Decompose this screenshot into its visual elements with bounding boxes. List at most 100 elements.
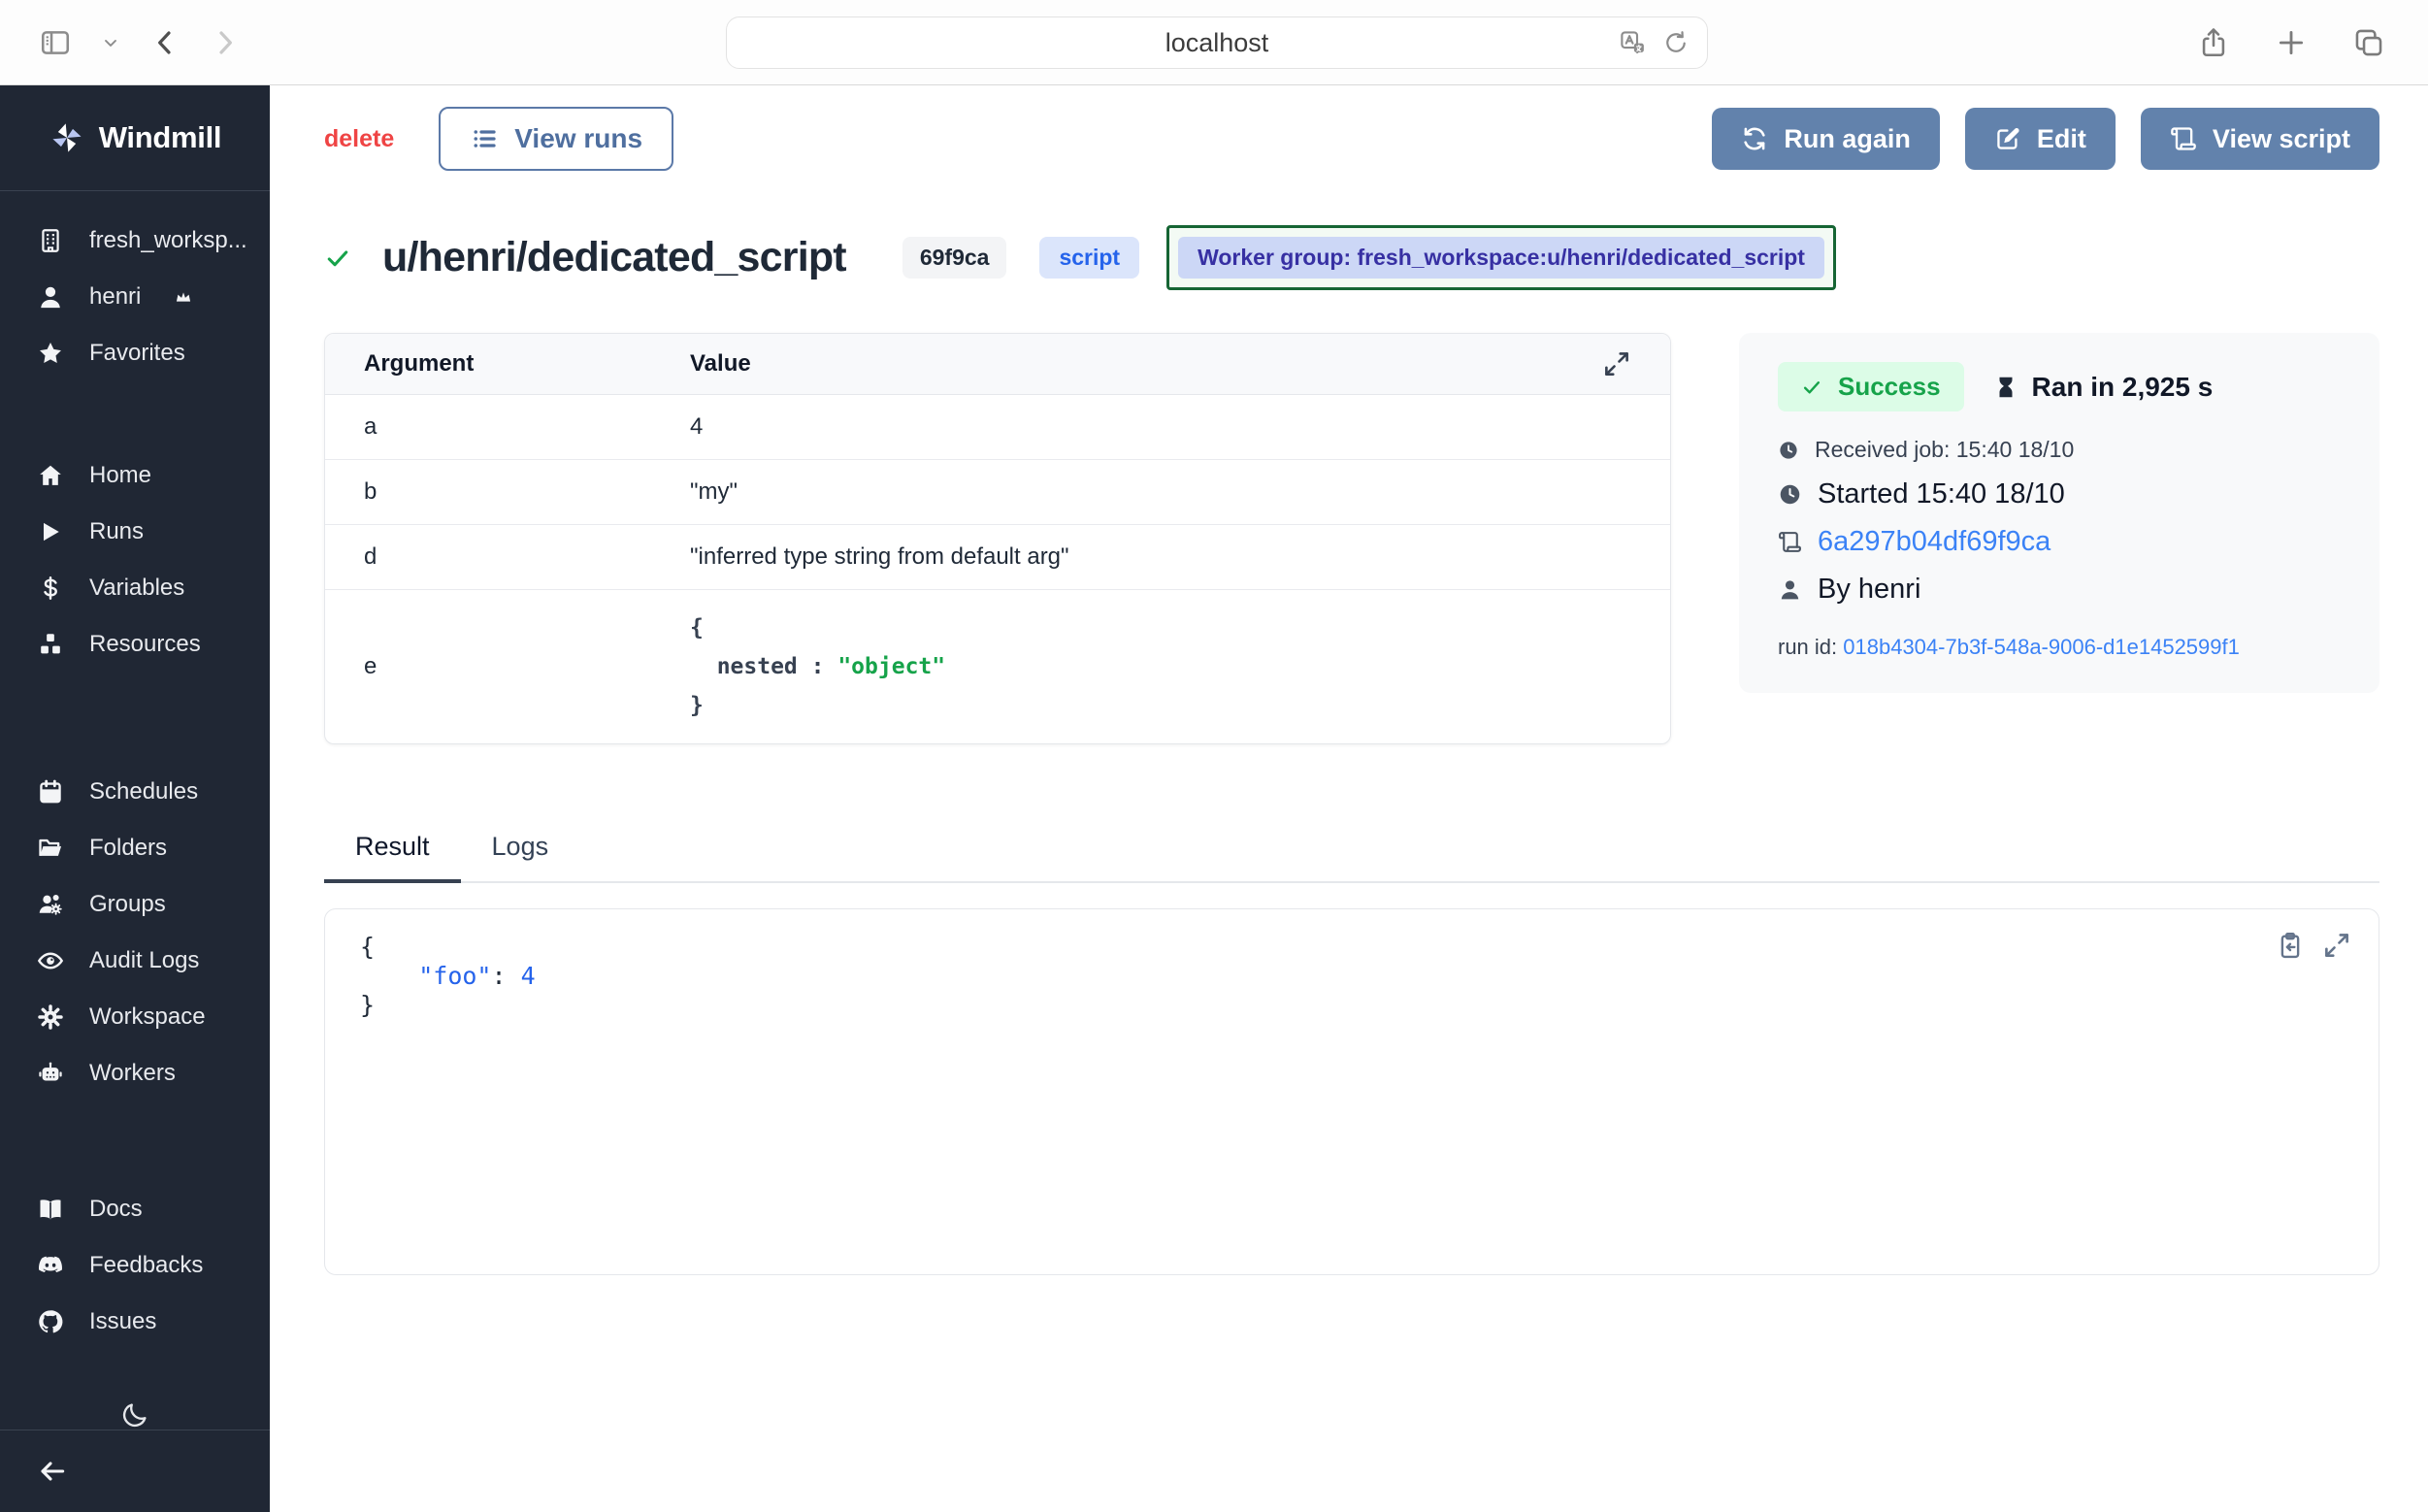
- script-kind-badge: script: [1039, 237, 1139, 279]
- script-hash-badge[interactable]: 69f9ca: [902, 237, 1007, 279]
- collapse-sidebar-icon[interactable]: [37, 1456, 68, 1487]
- result-panel: { "foo": 4 }: [324, 908, 2379, 1275]
- users-gear-icon: [37, 891, 64, 918]
- main-content: delete View runs Run again Edit View scr…: [270, 85, 2428, 1512]
- tab-overview-icon[interactable]: [2352, 26, 2385, 59]
- run-id-link[interactable]: 018b4304-7b3f-548a-9006-d1e1452599f1: [1843, 635, 2240, 659]
- received-label: Received job: 15:40 18/10: [1815, 437, 2074, 463]
- by-label: By henri: [1818, 574, 1920, 606]
- sidebar-toggle-icon[interactable]: [39, 26, 72, 59]
- sidebar-item-schedules[interactable]: Schedules: [0, 764, 270, 820]
- toolbar: delete View runs Run again Edit View scr…: [324, 107, 2379, 171]
- windmill-logo[interactable]: Windmill: [0, 85, 270, 191]
- sidebar-primary-group: Home Runs Variables Resources: [0, 430, 270, 673]
- sidebar-item-groups[interactable]: Groups: [0, 876, 270, 933]
- chevron-down-icon[interactable]: [101, 33, 120, 52]
- delete-button[interactable]: delete: [324, 125, 394, 153]
- job-hash-link[interactable]: 6a297b04df69f9ca: [1818, 526, 2051, 558]
- sidebar-item-favorites[interactable]: Favorites: [0, 325, 270, 381]
- workspace-label: fresh_worksp...: [89, 227, 247, 254]
- folder-icon: [37, 835, 64, 862]
- view-runs-button[interactable]: View runs: [439, 107, 673, 171]
- arg-name: b: [364, 478, 690, 506]
- nav-label: Workers: [89, 1060, 176, 1087]
- windmill-logo-text: Windmill: [99, 120, 221, 155]
- sidebar-item-docs[interactable]: Docs: [0, 1181, 270, 1237]
- worker-group-box: Worker group: fresh_workspace:u/henri/de…: [1166, 225, 1836, 290]
- back-icon[interactable]: [149, 27, 180, 58]
- sidebar: Windmill fresh_worksp... henri Favorites…: [0, 85, 270, 1512]
- sidebar-item-workspace-settings[interactable]: Workspace: [0, 989, 270, 1045]
- refresh-icon: [1741, 125, 1768, 152]
- nav-label: Resources: [89, 631, 201, 658]
- job-link-line: 6a297b04df69f9ca: [1778, 526, 2341, 558]
- github-icon: [37, 1308, 64, 1335]
- scroll-icon: [2170, 125, 2197, 152]
- sidebar-item-issues[interactable]: Issues: [0, 1294, 270, 1350]
- sidebar-item-feedbacks[interactable]: Feedbacks: [0, 1237, 270, 1294]
- arguments-table: Argument Value a 4 b "my" d "inferred ty…: [324, 333, 1671, 744]
- page-title: u/henri/dedicated_script: [382, 234, 846, 281]
- address-bar[interactable]: localhost: [726, 16, 1708, 69]
- expand-table-icon[interactable]: [1602, 349, 1631, 378]
- edit-icon: [1994, 125, 2021, 152]
- arg-value: "my": [690, 478, 738, 506]
- nav-label: Audit Logs: [89, 947, 199, 974]
- book-icon: [37, 1196, 64, 1223]
- column-argument: Argument: [364, 350, 690, 378]
- copy-result-icon[interactable]: [2276, 931, 2305, 960]
- sidebar-item-variables[interactable]: Variables: [0, 560, 270, 616]
- run-id-label: run id:: [1778, 635, 1843, 659]
- started-label: Started 15:40 18/10: [1818, 478, 2065, 510]
- view-script-button[interactable]: View script: [2141, 108, 2379, 170]
- edit-button[interactable]: Edit: [1965, 108, 2116, 170]
- sidebar-item-home[interactable]: Home: [0, 447, 270, 504]
- result-logs-tabs: Result Logs: [324, 832, 2379, 883]
- arg-name: d: [364, 543, 690, 571]
- arg-value: 4: [690, 413, 703, 441]
- sidebar-item-workers[interactable]: Workers: [0, 1045, 270, 1101]
- crown-icon: [174, 287, 193, 307]
- arg-value-json: { nested : "object" }: [690, 608, 945, 725]
- duration-label: Ran in 2,925 s: [2032, 372, 2214, 403]
- sidebar-item-runs[interactable]: Runs: [0, 504, 270, 560]
- view-script-label: View script: [2213, 124, 2350, 154]
- column-value: Value: [690, 350, 751, 378]
- nav-label: Workspace: [89, 1003, 206, 1031]
- calendar-icon: [37, 778, 64, 805]
- success-check-icon: [324, 245, 351, 272]
- dark-mode-toggle-icon[interactable]: [120, 1400, 149, 1430]
- new-tab-icon[interactable]: [2275, 26, 2308, 59]
- title-row: u/henri/dedicated_script 69f9ca script W…: [324, 225, 2379, 290]
- nav-label: Feedbacks: [89, 1252, 203, 1279]
- reload-icon[interactable]: [1662, 29, 1690, 56]
- nav-label: Docs: [89, 1196, 143, 1223]
- table-row: b "my": [325, 459, 1670, 524]
- nav-label: Home: [89, 462, 151, 489]
- sidebar-item-user[interactable]: henri: [0, 269, 270, 325]
- expand-result-icon[interactable]: [2322, 931, 2351, 960]
- tab-logs[interactable]: Logs: [461, 832, 580, 881]
- arg-value: "inferred type string from default arg": [690, 543, 1069, 571]
- run-again-label: Run again: [1784, 124, 1911, 154]
- table-row: e { nested : "object" }: [325, 589, 1670, 743]
- sidebar-admin-group: Schedules Folders Groups Audit Logs Work…: [0, 746, 270, 1101]
- cubes-icon: [37, 631, 64, 658]
- nav-label: Folders: [89, 835, 167, 862]
- browser-chrome: localhost: [0, 0, 2428, 85]
- sidebar-item-folders[interactable]: Folders: [0, 820, 270, 876]
- tab-result[interactable]: Result: [324, 832, 461, 883]
- sidebar-footer: [0, 1430, 270, 1512]
- share-icon[interactable]: [2197, 26, 2230, 59]
- nav-label: Variables: [89, 575, 184, 602]
- play-icon: [37, 518, 64, 545]
- sidebar-item-workspace[interactable]: fresh_worksp...: [0, 213, 270, 269]
- run-again-button[interactable]: Run again: [1712, 108, 1940, 170]
- sidebar-item-audit-logs[interactable]: Audit Logs: [0, 933, 270, 989]
- sidebar-item-resources[interactable]: Resources: [0, 616, 270, 673]
- translate-icon[interactable]: [1618, 28, 1647, 57]
- edit-label: Edit: [2037, 124, 2086, 154]
- arg-name: e: [364, 653, 690, 680]
- run-id-line: run id: 018b4304-7b3f-548a-9006-d1e14525…: [1778, 635, 2341, 660]
- hourglass-icon: [1993, 375, 2018, 400]
